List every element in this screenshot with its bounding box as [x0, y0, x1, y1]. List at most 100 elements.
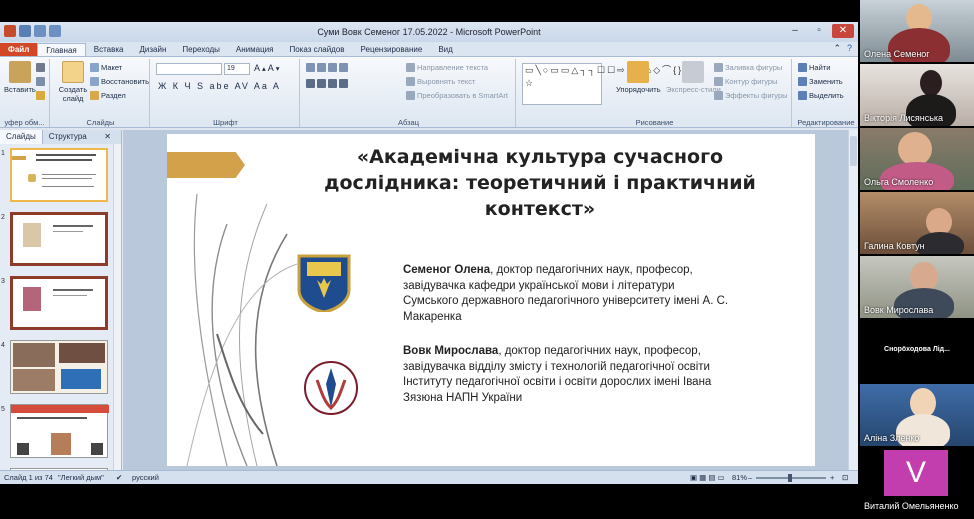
close-pane-icon[interactable]: ✕: [98, 130, 117, 144]
paste-icon: [8, 61, 31, 83]
close-button[interactable]: ✕: [832, 24, 854, 38]
slide-thumbnail[interactable]: 4: [0, 340, 112, 396]
format-painter-icon[interactable]: [36, 91, 45, 100]
ribbon-help: ⌃ ?: [833, 43, 852, 54]
tab-home[interactable]: Главная: [37, 43, 86, 56]
quick-styles-icon: [682, 61, 705, 83]
zoom-out-icon[interactable]: –: [748, 473, 752, 482]
zoom-in-icon[interactable]: +: [830, 473, 834, 482]
replace-icon: [798, 77, 807, 86]
group-editing: Найти Заменить Выделить Редактирование: [794, 59, 858, 127]
participant-tile[interactable]: Вовк Мирослава: [860, 256, 974, 318]
participant-name: Вовк Мирослава: [864, 305, 934, 315]
ribbon: Вставить уфер обм... Создать слайд Макет…: [0, 56, 858, 128]
author-semenog[interactable]: Семеног Олена, доктор педагогічних наук,…: [403, 263, 733, 325]
paste-button[interactable]: Вставить: [4, 61, 36, 94]
font-size-field[interactable]: 19: [224, 63, 250, 75]
group-clipboard: Вставить уфер обм...: [0, 59, 50, 127]
participant-avatar: V: [884, 450, 948, 496]
font-name-field[interactable]: [156, 63, 222, 75]
slide-thumbnail[interactable]: 2: [0, 212, 112, 268]
find-button[interactable]: Найти: [798, 63, 830, 72]
tab-insert[interactable]: Вставка: [86, 43, 132, 56]
slide-editor: «Академічна культура сучасного дослідник…: [123, 130, 858, 470]
bullets-buttons[interactable]: [306, 63, 348, 72]
minimize-button[interactable]: –: [784, 24, 806, 38]
text-direction-icon: [406, 63, 415, 72]
maximize-button[interactable]: ▫: [808, 24, 830, 38]
participant-tile[interactable]: Ольга Смоленко: [860, 128, 974, 190]
slide-thumbnail[interactable]: 5: [0, 404, 112, 460]
language[interactable]: русский: [132, 473, 159, 482]
shape-effects-button[interactable]: Эффекты фигуры: [714, 91, 788, 100]
tab-view[interactable]: Вид: [430, 43, 460, 56]
editor-scrollbar[interactable]: [848, 130, 858, 470]
participant-name: Галина Ковтун: [864, 241, 925, 251]
slide-thumbnail[interactable]: 3: [0, 276, 112, 332]
powerpoint-window: Суми Вовк Семеног 17.05.2022 - Microsoft…: [0, 22, 858, 484]
slide-title[interactable]: «Академічна культура сучасного дослідник…: [305, 144, 775, 222]
restore-icon: [90, 77, 99, 86]
slides-pane: Слайды Структура ✕ 1 2 3 4 5: [0, 130, 122, 484]
smartart-icon: [406, 91, 415, 100]
cut-icon[interactable]: [36, 63, 45, 72]
arrange-button[interactable]: Упорядочить: [616, 61, 661, 94]
find-icon: [798, 63, 807, 72]
view-buttons[interactable]: ▣ ▦ ▤ ▭: [690, 473, 725, 482]
group-label-font: Шрифт: [213, 118, 238, 127]
zoom-level[interactable]: 81%: [732, 473, 747, 482]
font-formatting-buttons[interactable]: Ж К Ч S abe AV Aa A: [158, 81, 281, 91]
numbering-icon: [317, 63, 326, 72]
spellcheck-icon[interactable]: ✔: [116, 473, 122, 482]
tab-animation[interactable]: Анимация: [228, 43, 282, 56]
shapes-gallery[interactable]: ▭╲○▭▭△┐┐☐☐⇨⇩↩⌂◇⌒{}☆: [522, 63, 681, 105]
participant-tile[interactable]: V Виталий Омельяненко: [860, 448, 974, 514]
participant-tile[interactable]: Снорӧходова Лід...: [860, 320, 974, 382]
section-icon: [90, 91, 99, 100]
copy-icon[interactable]: [36, 77, 45, 86]
window-title: Суми Вовк Семеног 17.05.2022 - Microsoft…: [317, 27, 541, 37]
text-direction-button[interactable]: Направление текста: [406, 63, 488, 72]
participant-tile[interactable]: Галина Ковтун: [860, 192, 974, 254]
collapse-ribbon-icon[interactable]: ⌃: [833, 43, 841, 54]
author-name: Вовк Мирослава: [403, 345, 499, 357]
zoom-slider-handle[interactable]: [788, 474, 792, 482]
tab-design[interactable]: Дизайн: [131, 43, 174, 56]
tab-file[interactable]: Файл: [0, 43, 38, 56]
participant-tile[interactable]: Олена Семеног: [860, 0, 974, 62]
participant-name: Виталий Омельяненко: [864, 501, 959, 511]
tab-outline[interactable]: Структура: [43, 130, 93, 144]
group-drawing: ▭╲○▭▭△┐┐☐☐⇨⇩↩⌂◇⌒{}☆ Упорядочить Экспресс…: [518, 59, 792, 127]
new-slide-button[interactable]: Создать слайд: [56, 61, 90, 103]
smartart-button[interactable]: Преобразовать в SmartArt: [406, 91, 508, 100]
status-bar: Слайд 1 из 74 "Легкий дым" ✔ русский ▣ ▦…: [0, 470, 858, 484]
restore-button[interactable]: Восстановить: [90, 77, 149, 86]
layout-button[interactable]: Макет: [90, 63, 122, 72]
slides-pane-scrollbar[interactable]: [113, 144, 121, 470]
section-button[interactable]: Раздел: [90, 91, 126, 100]
grow-font-button[interactable]: A ▴ A ▾: [254, 63, 280, 73]
increase-indent-icon: [339, 63, 348, 72]
fit-slide-icon[interactable]: ⊡: [842, 473, 848, 482]
replace-button[interactable]: Заменить: [798, 77, 843, 86]
participant-name: Олена Семеног: [864, 49, 930, 59]
layout-icon: [90, 63, 99, 72]
tab-review[interactable]: Рецензирование: [353, 43, 431, 56]
group-label-drawing: Рисование: [635, 118, 674, 127]
slide-thumbnail[interactable]: 1: [0, 148, 112, 204]
select-button[interactable]: Выделить: [798, 91, 844, 100]
quick-styles-button[interactable]: Экспресс-стили: [666, 61, 721, 94]
tab-slideshow[interactable]: Показ слайдов: [281, 43, 352, 56]
align-buttons[interactable]: [306, 79, 348, 88]
align-text-button[interactable]: Выровнять текст: [406, 77, 475, 86]
tab-slides[interactable]: Слайды: [0, 130, 43, 144]
group-label-editing: Редактирование: [797, 118, 855, 127]
slide-canvas[interactable]: «Академічна культура сучасного дослідник…: [167, 134, 815, 466]
shape-fill-button[interactable]: Заливка фигуры: [714, 63, 782, 72]
shape-outline-button[interactable]: Контур фигуры: [714, 77, 777, 86]
participant-tile[interactable]: Вікторія Лисянська: [860, 64, 974, 126]
participant-tile[interactable]: Аліна Зленко: [860, 384, 974, 446]
help-icon[interactable]: ?: [847, 43, 852, 54]
author-vovk[interactable]: Вовк Мирослава, доктор педагогічних наук…: [403, 344, 733, 406]
tab-transitions[interactable]: Переходы: [174, 43, 228, 56]
